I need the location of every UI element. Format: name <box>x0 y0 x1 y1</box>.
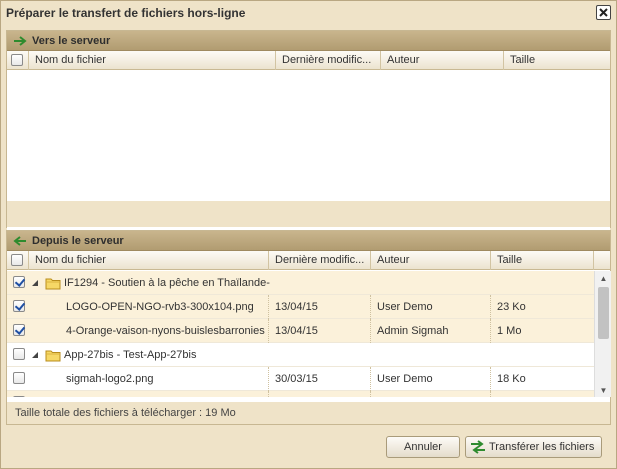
column-author[interactable]: Auteur <box>371 251 491 270</box>
arrow-right-icon <box>14 36 27 46</box>
row-checkbox[interactable] <box>13 324 25 336</box>
column-last-modified[interactable]: Dernière modific... <box>269 251 371 270</box>
arrow-left-icon <box>13 236 26 246</box>
select-all-checkbox[interactable] <box>11 254 23 266</box>
select-all-cell <box>7 51 29 70</box>
project-name: IF1294 - Soutien à la pêche en Thaïlande… <box>64 277 270 289</box>
file-row[interactable]: 4-Orange-vaison-nyons-buislesbarronies 13… <box>7 319 594 343</box>
scrollbar-thumb[interactable] <box>598 287 609 339</box>
file-last-modified: 13/04/15 <box>269 319 371 343</box>
expand-triangle-icon[interactable]: ◢ <box>32 343 38 367</box>
file-size: 23 Ko <box>497 301 526 313</box>
offline-transfer-dialog: Préparer le transfert de fichiers hors-l… <box>0 0 617 469</box>
from-server-file-list: ◢ IF1294 - Soutien à la pêche en Thaïland… <box>7 271 611 397</box>
column-file-name[interactable]: Nom du fichier <box>29 51 276 70</box>
file-name: 4-Orange-vaison-nyons-buislesbarronies <box>29 319 269 343</box>
file-author: User Demo <box>371 295 491 319</box>
from-server-footer: Taille totale des fichiers à télécharger… <box>7 402 610 424</box>
to-server-header: Vers le serveur <box>7 31 610 51</box>
column-size[interactable]: Taille <box>491 251 594 270</box>
file-size: 1 Mo <box>497 325 522 337</box>
close-button[interactable] <box>596 5 611 20</box>
dialog-title: Préparer le transfert de fichiers hors-l… <box>6 6 246 20</box>
file-name: sigmah-logo2.png <box>29 367 269 391</box>
to-server-column-header: Nom du fichier Dernière modific... Auteu… <box>7 51 610 70</box>
file-author: User Demo <box>371 391 491 397</box>
column-size[interactable]: Taille <box>504 51 610 70</box>
scroll-up-icon[interactable]: ▲ <box>599 274 608 283</box>
file-row[interactable]: Anniversaire Sigmah.png01/04/15User Demo… <box>7 391 594 397</box>
file-last-modified: 13/04/15 <box>269 295 371 319</box>
file-rows: ◢ IF1294 - Soutien à la pêche en Thaïland… <box>7 271 594 397</box>
file-row[interactable]: sigmah-logo2.png 30/03/15 User Demo 18 Ko <box>7 367 594 391</box>
file-author: Admin Sigmah <box>371 319 491 343</box>
from-server-panel: Depuis le serveur Nom du fichier Dernièr… <box>6 230 611 425</box>
select-all-cell <box>7 251 29 270</box>
row-checkbox[interactable] <box>13 300 25 312</box>
transfer-files-label: Transférer les fichiers <box>489 441 595 453</box>
file-last-modified: 01/04/15 <box>269 391 371 397</box>
expand-triangle-icon[interactable]: ◢ <box>32 271 38 295</box>
project-name: App-27bis - Test-App-27bis <box>64 349 197 361</box>
file-row[interactable]: LOGO-OPEN-NGO-rvb3-300x104.png 13/04/15 Us… <box>7 295 594 319</box>
row-checkbox[interactable] <box>13 372 25 384</box>
close-icon <box>599 8 608 17</box>
project-group-row[interactable]: ◢ App-27bis - Test-App-27bis <box>7 343 594 367</box>
dialog-title-bar[interactable]: Préparer le transfert de fichiers hors-l… <box>1 1 616 25</box>
column-file-name[interactable]: Nom du fichier <box>29 251 269 270</box>
cancel-button[interactable]: Annuler <box>386 436 460 458</box>
column-author[interactable]: Auteur <box>381 51 504 70</box>
file-name: LOGO-OPEN-NGO-rvb3-300x104.png <box>29 295 269 319</box>
file-name: Anniversaire Sigmah.png <box>29 391 269 397</box>
to-server-footer <box>7 201 610 227</box>
from-server-column-header: Nom du fichier Dernière modific... Auteu… <box>7 251 610 270</box>
scroll-down-icon[interactable]: ▼ <box>599 386 608 395</box>
project-group-row[interactable]: ◢ IF1294 - Soutien à la pêche en Thaïland… <box>7 271 594 295</box>
select-all-checkbox[interactable] <box>11 54 23 66</box>
file-size: 18 Ko <box>497 373 526 385</box>
from-server-title: Depuis le serveur <box>32 235 124 247</box>
to-server-title: Vers le serveur <box>32 35 111 47</box>
file-size: 82 Ko <box>491 391 594 397</box>
from-server-header: Depuis le serveur <box>7 231 610 251</box>
file-author: User Demo <box>371 367 491 391</box>
to-server-panel: Vers le serveur Nom du fichier Dernière … <box>6 30 611 231</box>
transfer-icon <box>471 440 485 454</box>
folder-icon <box>45 350 61 362</box>
row-checkbox[interactable] <box>13 276 25 288</box>
vertical-scrollbar[interactable]: ▲ ▼ <box>594 271 611 397</box>
row-checkbox[interactable] <box>13 348 25 360</box>
file-last-modified: 30/03/15 <box>269 367 371 391</box>
transfer-files-button[interactable]: Transférer les fichiers <box>465 436 602 458</box>
folder-icon <box>45 278 61 290</box>
row-checkbox[interactable] <box>13 396 25 397</box>
total-size-label: Taille totale des fichiers à télécharger… <box>15 407 236 419</box>
column-last-modified[interactable]: Dernière modific... <box>276 51 381 70</box>
